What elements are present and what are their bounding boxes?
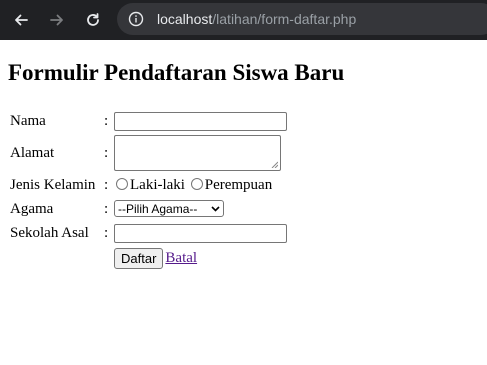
url-path: /latihan/form-daftar.php	[212, 11, 357, 27]
page-title: Formulir Pendaftaran Siswa Baru	[8, 60, 345, 85]
alamat-label: Alamat	[10, 144, 55, 161]
page-content: Formulir Pendaftaran Siswa Baru Nama : A…	[0, 40, 487, 365]
row-actions: Daftar Batal	[8, 245, 289, 271]
sekolah-asal-input[interactable]	[114, 223, 287, 243]
url-host: localhost	[157, 11, 213, 27]
browser-toolbar: localhost/latihan/form-daftar.php	[0, 0, 487, 40]
row-jenis-kelamin: Jenis Kelamin : Laki-laki Perempuan	[8, 173, 289, 197]
sekolah-asal-label: Sekolah Asal	[10, 224, 89, 241]
address-bar[interactable]: localhost/latihan/form-daftar.php	[117, 3, 487, 35]
nama-input[interactable]	[114, 111, 287, 131]
separator: :	[104, 224, 109, 241]
agama-select[interactable]: --Pilih Agama--	[114, 200, 224, 218]
daftar-button[interactable]: Daftar	[114, 247, 164, 269]
option-perempuan-label: Perempuan	[204, 176, 273, 193]
separator: :	[104, 112, 109, 129]
agama-label: Agama	[10, 200, 54, 217]
resize-grip-icon[interactable]	[271, 161, 278, 168]
row-nama: Nama :	[8, 109, 289, 133]
batal-link[interactable]: Batal	[165, 250, 197, 266]
url-text[interactable]: localhost/latihan/form-daftar.php	[157, 11, 356, 27]
back-arrow-icon	[15, 14, 28, 26]
nama-label: Nama	[10, 112, 46, 129]
reload-icon	[87, 13, 99, 26]
row-agama: Agama : --Pilih Agama--	[8, 197, 289, 221]
info-icon[interactable]	[128, 11, 144, 27]
back-button[interactable]	[9, 8, 33, 32]
registration-form: Nama : Alamat : Jenis Kelamin : Laki-lak…	[8, 109, 289, 271]
agama-selected-value: --Pilih Agama--	[118, 201, 198, 216]
row-sekolah-asal: Sekolah Asal :	[8, 221, 289, 245]
alamat-textarea[interactable]	[114, 135, 281, 171]
jenis-kelamin-label: Jenis Kelamin	[10, 176, 96, 193]
radio-laki-laki[interactable]	[116, 178, 128, 191]
forward-button[interactable]	[45, 8, 69, 32]
chevron-down-icon	[211, 206, 220, 212]
reload-button[interactable]	[81, 8, 105, 32]
option-laki-laki-label: Laki-laki	[130, 176, 185, 193]
forward-arrow-icon	[50, 14, 63, 26]
separator: :	[104, 144, 109, 161]
separator: :	[104, 200, 109, 217]
row-alamat: Alamat :	[8, 133, 289, 173]
separator: :	[104, 176, 109, 193]
radio-perempuan[interactable]	[190, 178, 203, 191]
